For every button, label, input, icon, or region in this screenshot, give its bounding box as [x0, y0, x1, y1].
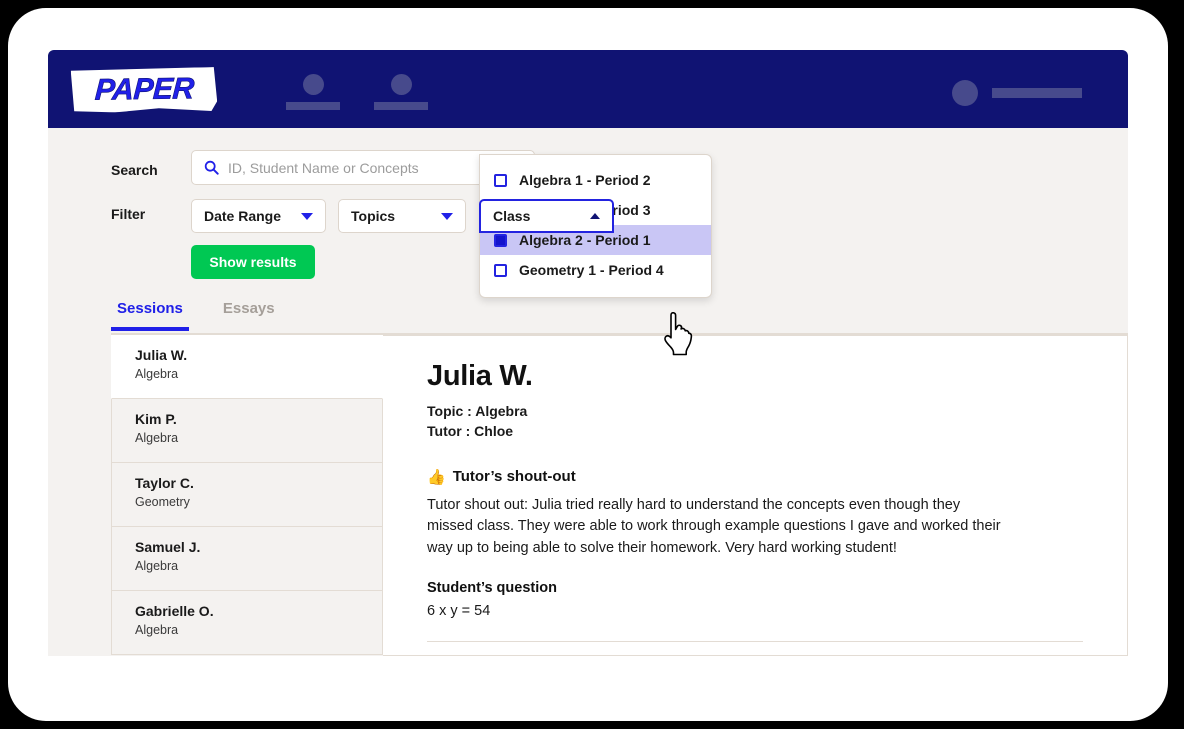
list-item[interactable]: Julia W. Algebra [111, 335, 383, 399]
session-topic: Algebra [135, 431, 179, 445]
divider [427, 640, 1083, 642]
paper-logo[interactable]: PAPER [71, 67, 218, 113]
question-body: 6 x y = 54 [427, 602, 491, 619]
filter-class-button[interactable]: Class [479, 199, 614, 233]
tab-essays[interactable]: Essays [217, 300, 281, 327]
filter-topics-button[interactable]: Topics [338, 199, 466, 233]
session-topic: Algebra [135, 559, 179, 573]
shoutout-heading: 👍 Tutor’s shout-out [427, 468, 1083, 486]
list-item[interactable]: Samuel J. Algebra [111, 527, 383, 591]
circle-placeholder-icon [390, 74, 412, 95]
page-title: Julia W. [427, 360, 533, 392]
filter-date-range-button[interactable]: Date Range [191, 199, 326, 233]
app-window: PAPER Search ID, Student Name or Concept… [48, 50, 1128, 656]
shoutout-heading-label: Tutor’s shout-out [452, 468, 576, 486]
filter-topics-label: Topics [351, 208, 396, 224]
avatar [952, 80, 978, 106]
profile-area[interactable] [952, 80, 1082, 106]
search-placeholder-text: ID, Student Name or Concepts [228, 159, 419, 176]
filter-date-range-label: Date Range [204, 208, 282, 224]
session-student-name: Taylor C. [135, 475, 194, 491]
dropdown-option-label: Algebra 2 - Period 1 [519, 232, 651, 248]
shoutout-body: Tutor shout out: Julia tried really hard… [427, 496, 1001, 557]
show-results-button[interactable]: Show results [191, 245, 315, 279]
session-student-name: Kim P. [135, 411, 177, 427]
chevron-up-icon [590, 213, 600, 219]
detail-tutor: Tutor : Chloe [427, 423, 514, 440]
content-area: Julia W. Algebra Kim P. Algebra Taylor C… [111, 335, 1128, 656]
checkbox-unchecked-icon[interactable] [494, 263, 507, 277]
session-topic: Geometry [135, 495, 190, 509]
session-list: Julia W. Algebra Kim P. Algebra Taylor C… [111, 335, 383, 655]
tab-bar: Sessions Essays [111, 300, 1128, 335]
session-topic: Algebra [135, 623, 179, 637]
session-student-name: Julia W. [135, 347, 188, 363]
session-topic: Algebra [135, 367, 179, 381]
circle-placeholder-icon [302, 74, 324, 95]
nav-item-1[interactable] [286, 74, 340, 110]
question-heading: Student’s question [427, 579, 557, 596]
session-detail-panel: Julia W. Topic : Algebra Tutor : Chloe 👍… [383, 335, 1128, 656]
list-item[interactable]: Taylor C. Geometry [111, 463, 383, 527]
detail-topic: Topic : Algebra [427, 403, 528, 419]
tab-sessions[interactable]: Sessions [111, 300, 189, 331]
thumbs-up-icon: 👍 [427, 468, 446, 486]
filter-label: Filter [111, 206, 146, 222]
session-student-name: Gabrielle O. [135, 603, 214, 619]
session-student-name: Samuel J. [135, 539, 201, 555]
checkbox-checked-icon[interactable] [494, 233, 507, 247]
logo-text: PAPER [93, 72, 195, 107]
dropdown-option-label: Geometry 1 - Period 4 [519, 262, 664, 278]
list-item[interactable]: Kim P. Algebra [111, 399, 383, 463]
app-header: PAPER [48, 50, 1128, 128]
browser-card: PAPER Search ID, Student Name or Concept… [8, 8, 1168, 721]
nav-label-placeholder [374, 102, 428, 110]
nav-label-placeholder [286, 102, 340, 110]
filter-class-label: Class [493, 208, 531, 224]
search-icon [204, 160, 219, 175]
nav-item-2[interactable] [374, 74, 428, 110]
profile-name-placeholder [992, 88, 1082, 98]
chevron-down-icon [441, 212, 453, 220]
checkbox-unchecked-icon[interactable] [494, 173, 507, 187]
dropdown-option-algebra-1-period-2[interactable]: Algebra 1 - Period 2 [480, 165, 711, 195]
chevron-down-icon [301, 212, 313, 220]
list-item[interactable]: Gabrielle O. Algebra [111, 591, 383, 655]
search-label: Search [111, 162, 158, 178]
dropdown-option-geometry-1-period-4[interactable]: Geometry 1 - Period 4 [480, 255, 711, 285]
dropdown-option-label: Algebra 1 - Period 2 [519, 172, 651, 188]
